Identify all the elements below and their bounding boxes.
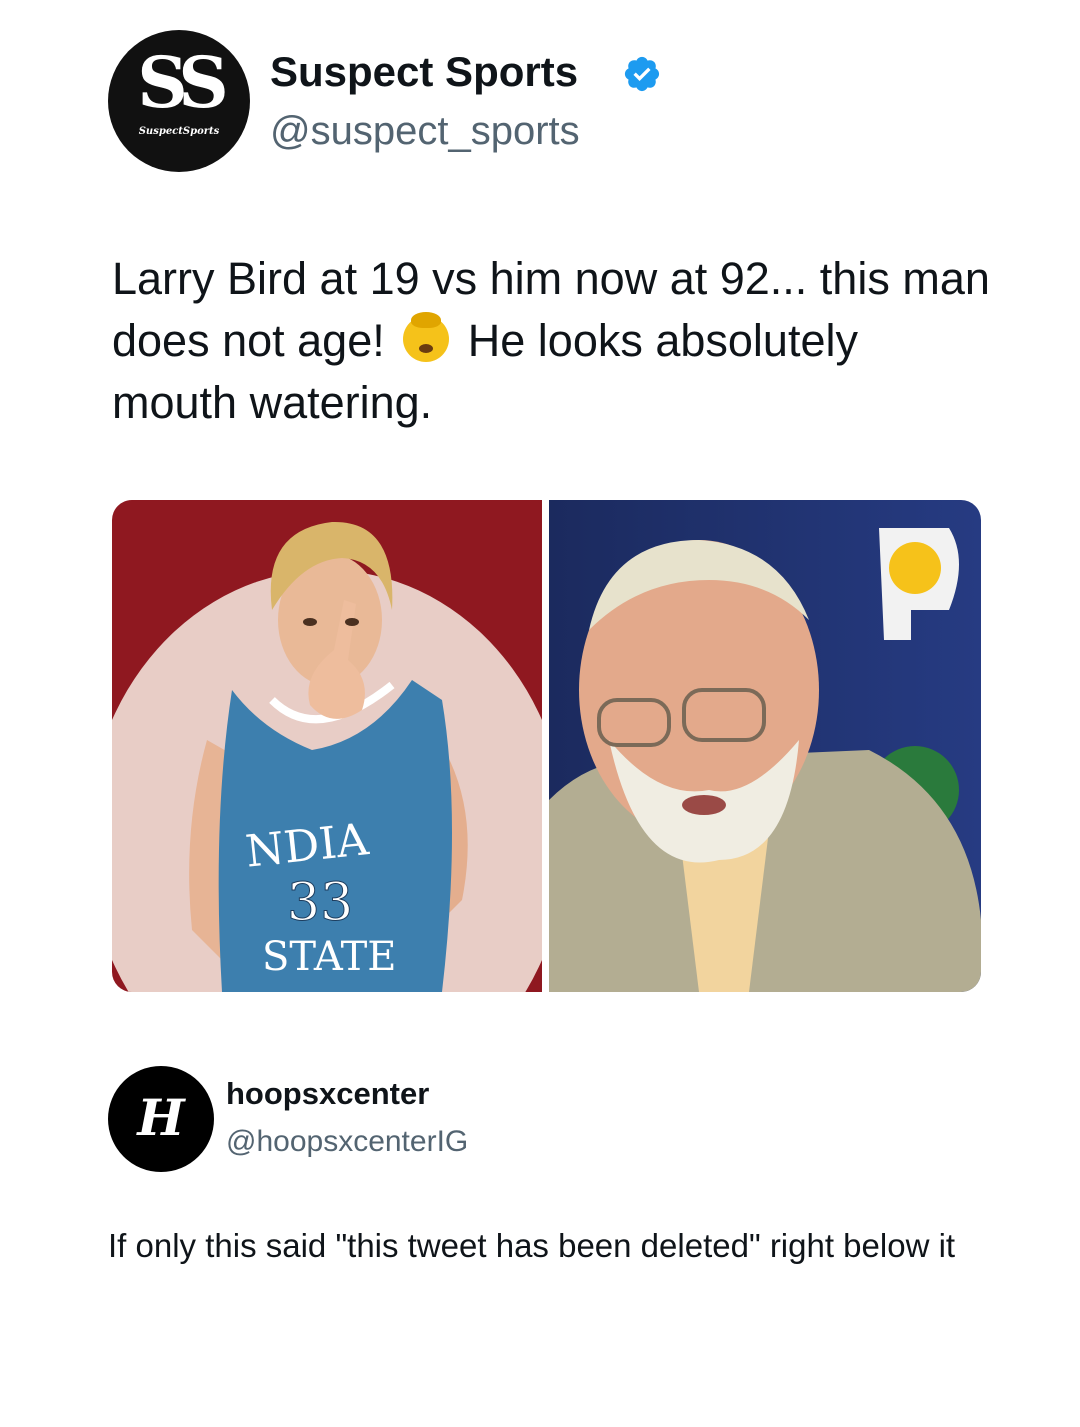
young-player-illustration: NDIA 33 STATE	[112, 500, 542, 992]
jersey-number: 33	[287, 873, 353, 933]
reply-author-name[interactable]: hoopsxcenter	[226, 1076, 429, 1112]
exploding-head-emoji	[403, 312, 450, 362]
suspect-sports-avatar[interactable]: SS SuspectSports	[108, 30, 250, 172]
author-name[interactable]: Suspect Sports	[270, 48, 578, 96]
verified-badge-icon	[624, 56, 660, 92]
avatar-letters: SS	[137, 41, 229, 124]
tweet-image-young[interactable]: NDIA 33 STATE	[112, 500, 542, 992]
tweet-image-old[interactable]	[549, 500, 981, 992]
hoopsxcenter-avatar[interactable]: H	[108, 1066, 214, 1172]
reply-text: If only this said "this tweet has been d…	[108, 1227, 956, 1264]
older-man-illustration	[549, 500, 981, 992]
tweet-text: Larry Bird at 19 vs him now at 92... thi…	[112, 248, 992, 434]
avatar-letter: H	[137, 1088, 185, 1147]
avatar-brand-text: SuspectSports	[138, 126, 220, 137]
reply-author-handle[interactable]: @hoopsxcenterIG	[226, 1124, 468, 1160]
author-handle[interactable]: @suspect_sports	[270, 108, 580, 154]
jersey-text-2: STATE	[262, 934, 396, 980]
